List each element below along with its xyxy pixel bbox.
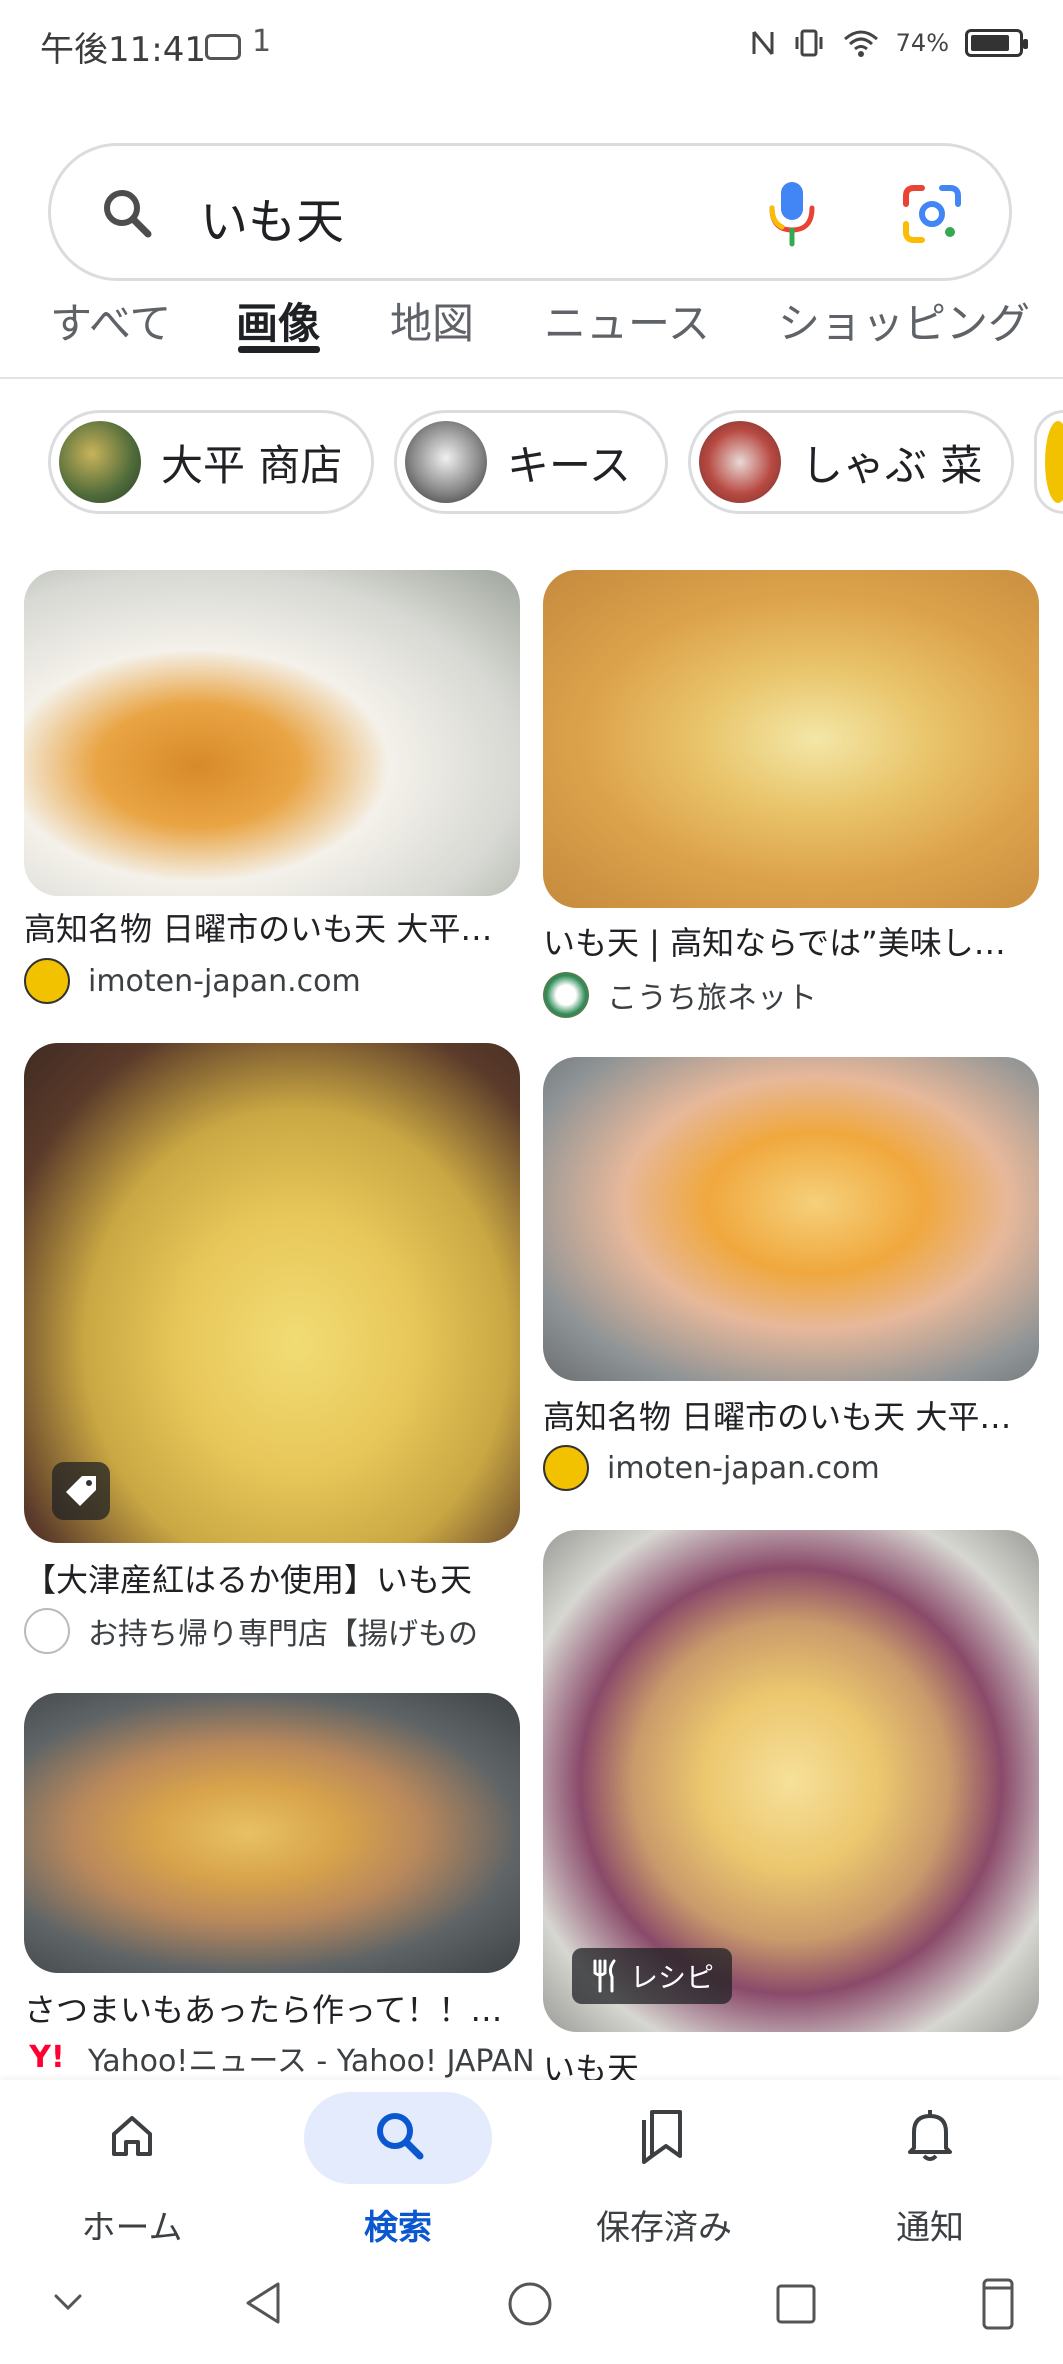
status-time: 午後11:41: [40, 30, 206, 70]
result-title[interactable]: いも天 | 高知ならでは”美味し…: [543, 918, 1043, 964]
message-count: 1: [252, 24, 272, 59]
home-icon: [112, 2116, 152, 2156]
result-title[interactable]: 高知名物 日曜市のいも天 大平…: [543, 1392, 1043, 1438]
chip-thumbnail: [59, 421, 141, 503]
mic-icon[interactable]: [764, 178, 820, 248]
result-title[interactable]: いも天: [543, 2044, 1043, 2080]
result-source-name: Yahoo!ニュース - Yahoo! JAPAN: [88, 2044, 534, 2078]
chip-partial[interactable]: [1034, 410, 1063, 514]
google-lens-icon[interactable]: [900, 182, 964, 246]
back-icon[interactable]: [240, 2278, 284, 2328]
tab-maps[interactable]: 地図: [390, 290, 474, 350]
result-source[interactable]: imoten-japan.com: [24, 958, 534, 1004]
chip-label: キース: [507, 440, 631, 490]
tab-images[interactable]: 画像: [236, 290, 320, 350]
tab-all[interactable]: すべて: [50, 290, 171, 350]
tabs-divider: [0, 377, 1063, 379]
chip-keith[interactable]: キース: [394, 410, 668, 514]
tab-news[interactable]: ニュース: [544, 290, 710, 350]
result-title[interactable]: さつまいもあったら作って！！…: [24, 1985, 524, 2031]
tag-icon: [66, 1476, 96, 1506]
bookmarks-icon: [642, 2110, 682, 2164]
chip-thumbnail: [699, 421, 781, 503]
result-source-name: imoten-japan.com: [88, 963, 361, 999]
tab-shopping[interactable]: ショッピング: [778, 290, 1030, 350]
result-source-name: imoten-japan.com: [607, 1450, 880, 1486]
recipe-badge: レシピ: [572, 1948, 733, 2004]
result-image[interactable]: [543, 1057, 1039, 1381]
site-favicon: [24, 958, 70, 1004]
chip-label: 大平 商店: [161, 440, 343, 490]
result-source[interactable]: お持ち帰り専門店【揚げもの: [24, 1608, 534, 1654]
site-favicon: [24, 1608, 70, 1654]
result-source-name: お持ち帰り専門店【揚げもの: [88, 1617, 478, 1652]
result-title[interactable]: 高知名物 日曜市のいも天 大平…: [24, 904, 524, 950]
nav-search-label[interactable]: 検索: [288, 2200, 508, 2249]
search-icon: [377, 2113, 424, 2160]
yahoo-icon: Y!: [24, 2038, 70, 2078]
wifi-icon: [843, 30, 878, 57]
bell-icon: [908, 2110, 952, 2161]
phone-icon[interactable]: [980, 2276, 1016, 2332]
vibrate-icon: [795, 29, 823, 57]
site-favicon: [543, 1445, 589, 1491]
result-source-name: こうち旅ネット: [607, 981, 817, 1016]
chip-thumbnail: [1045, 421, 1063, 503]
chip-shabu-na[interactable]: しゃぶ 菜: [688, 410, 1014, 514]
result-source[interactable]: こうち旅ネット: [543, 972, 1053, 1018]
result-image[interactable]: [24, 570, 520, 896]
result-title[interactable]: 【大津産紅はるか使用】いも天: [24, 1555, 524, 1601]
home-circle-icon[interactable]: [506, 2280, 554, 2328]
recents-icon[interactable]: [774, 2282, 818, 2326]
site-favicon: [543, 972, 589, 1018]
chip-thumbnail: [405, 421, 487, 503]
nfc-icon: [752, 31, 774, 55]
search-icon[interactable]: [100, 186, 156, 242]
active-tab-indicator: [238, 346, 320, 353]
recipe-badge-label: レシピ: [630, 1961, 715, 1994]
status-icons: 74%: [750, 28, 1028, 58]
nav-saved-label[interactable]: 保存済み: [554, 2200, 774, 2249]
nav-notifications-label[interactable]: 通知: [820, 2200, 1040, 2249]
result-source[interactable]: imoten-japan.com: [543, 1445, 1053, 1491]
battery-percent: 74%: [895, 29, 949, 57]
battery-icon: [965, 29, 1028, 57]
chevron-down-icon[interactable]: [50, 2290, 86, 2314]
utensils-icon: [593, 1959, 616, 1993]
search-box[interactable]: [48, 143, 1012, 281]
result-image[interactable]: [543, 570, 1039, 908]
result-source[interactable]: Y! Yahoo!ニュース - Yahoo! JAPAN: [24, 2038, 534, 2078]
result-image[interactable]: [24, 1693, 520, 1973]
chip-label: しゃぶ 菜: [801, 440, 983, 490]
chip-ohira-shoten[interactable]: 大平 商店: [48, 410, 374, 514]
tag-badge: [52, 1462, 110, 1520]
search-input[interactable]: いも天: [200, 182, 344, 252]
nav-home-label[interactable]: ホーム: [22, 2200, 242, 2249]
message-icon: [205, 34, 241, 60]
